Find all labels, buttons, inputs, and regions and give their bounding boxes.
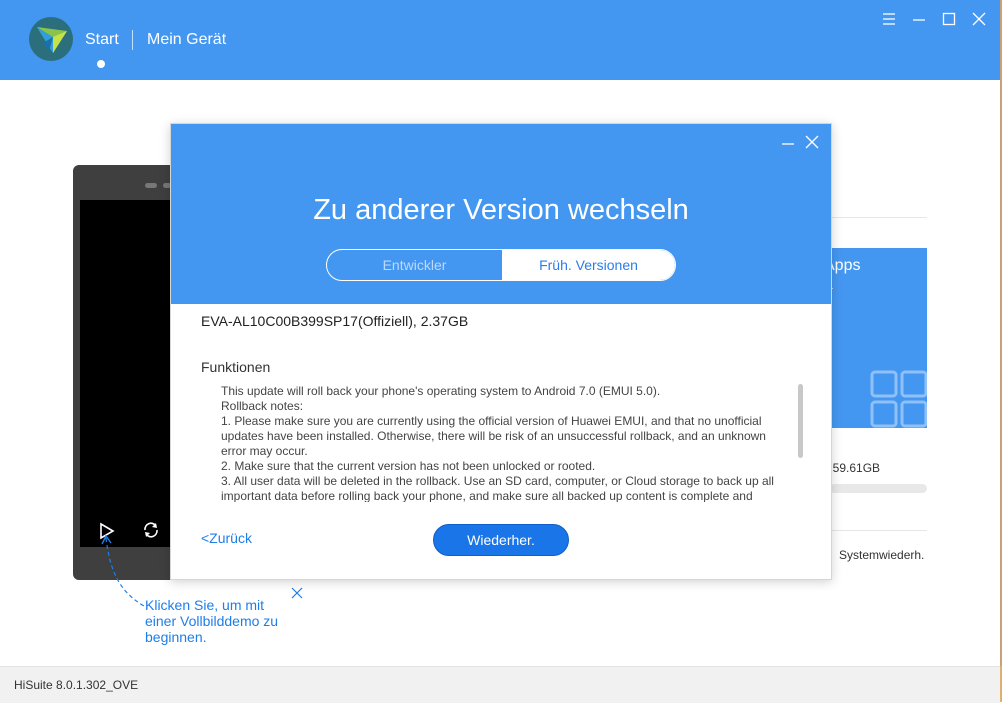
divider [830, 217, 927, 218]
functions-line: 1. Please make sure you are currently us… [221, 414, 766, 458]
functions-heading: Funktionen [201, 359, 271, 375]
demo-tooltip: Klicken Sie, um mit einer Vollbilddemo z… [145, 597, 279, 645]
nav-start[interactable]: Start [85, 31, 119, 49]
nav-active-indicator [97, 60, 105, 68]
functions-text[interactable]: This update will roll back your phone's … [221, 384, 791, 502]
storage-bar [830, 484, 927, 493]
functions-scrollbar[interactable] [798, 382, 804, 502]
apps-card[interactable]: Apps 1 [830, 248, 927, 428]
status-bar: HiSuite 8.0.1.302_OVE [0, 666, 1000, 703]
close-icon[interactable] [970, 10, 988, 28]
version-tabs: Entwickler Früh. Versionen [326, 249, 676, 281]
maximize-icon[interactable] [940, 10, 958, 28]
hisuite-logo-icon [29, 17, 73, 61]
tooltip-arrow-icon [100, 532, 150, 612]
system-restore-link[interactable]: Systemwiederh. [839, 548, 924, 562]
nav-my-device[interactable]: Mein Gerät [147, 31, 226, 49]
dialog-title: Zu anderer Version wechseln [313, 194, 689, 226]
back-link[interactable]: <Zurück [201, 530, 252, 546]
divider [830, 530, 927, 531]
functions-line: This update will roll back your phone's … [221, 384, 661, 398]
tab-previous-versions[interactable]: Früh. Versionen [502, 250, 675, 280]
menu-icon[interactable] [880, 10, 898, 28]
version-info: EVA-AL10C00B399SP17(Offiziell), 2.37GB [201, 313, 469, 329]
functions-line: 3. All user data will be deleted in the … [221, 474, 774, 502]
dialog-close-icon[interactable] [805, 135, 819, 149]
tab-developer[interactable]: Entwickler [327, 250, 502, 280]
nav-separator [132, 30, 133, 50]
apps-grid-icon [870, 370, 927, 428]
functions-line: 2. Make sure that the current version ha… [221, 459, 596, 473]
phone-speaker [145, 183, 157, 188]
switch-version-dialog: Zu anderer Version wechseln Entwickler F… [170, 123, 832, 580]
functions-line: Rollback notes: [221, 399, 304, 413]
app-header: Start Mein Gerät [0, 0, 1000, 80]
apps-card-title: Apps [830, 257, 861, 274]
dialog-header: Zu anderer Version wechseln Entwickler F… [171, 124, 831, 304]
storage-text: : 59.61GB [826, 461, 881, 475]
minimize-icon[interactable] [910, 10, 928, 28]
tooltip-close-icon[interactable] [291, 586, 303, 599]
app-version: HiSuite 8.0.1.302_OVE [14, 678, 139, 692]
dialog-minimize-icon[interactable] [781, 137, 795, 151]
restore-button[interactable]: Wiederher. [433, 524, 569, 556]
scrollbar-thumb[interactable] [798, 384, 803, 458]
